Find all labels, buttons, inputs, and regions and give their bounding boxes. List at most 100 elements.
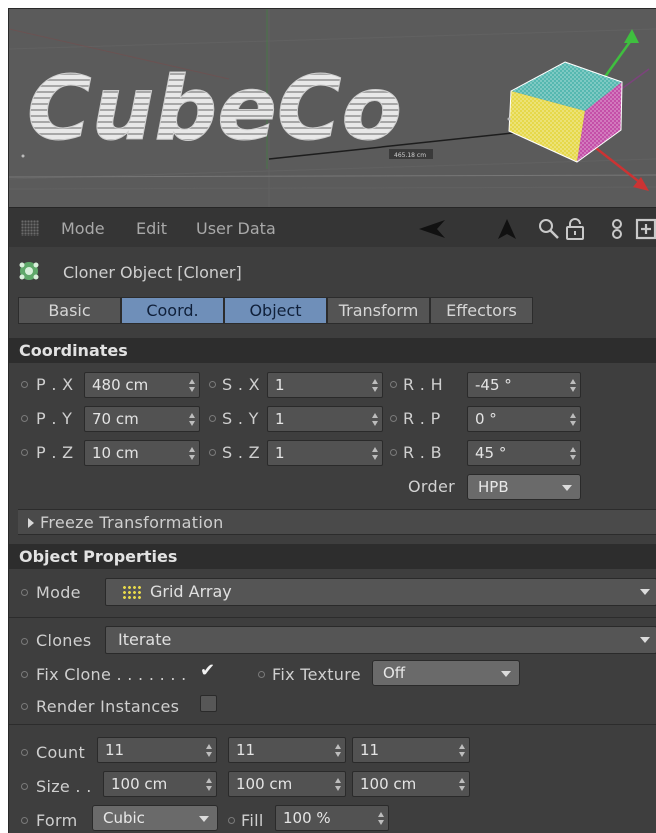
spin-arrows-icon[interactable] [335,744,341,757]
keyframe-dot[interactable] [209,381,216,388]
rp-field[interactable]: 0 ° [467,406,581,432]
spin-arrows-icon[interactable] [570,379,576,392]
spin-arrows-icon[interactable] [459,744,465,757]
keyframe-dot[interactable] [21,749,28,756]
keyframe-dot[interactable] [209,449,216,456]
fix-clone-label: Fix Clone . . . . . . . [36,665,187,684]
px-field[interactable]: 480 cm [84,372,200,398]
py-label: P . Y [36,409,73,428]
keyframe-dot[interactable] [21,381,28,388]
new-panel-icon[interactable] [635,218,656,240]
grid-array-icon [122,585,142,601]
size-z-value: 100 cm [360,775,417,793]
coordinates-header[interactable]: Coordinates [9,338,656,363]
chevron-down-icon [199,816,209,822]
spin-arrows-icon[interactable] [372,447,378,460]
spin-arrows-icon[interactable] [372,413,378,426]
tab-transform[interactable]: Transform [327,297,430,324]
viewport-logo-text: CubeCo [27,57,402,160]
fill-field[interactable]: 100 % [275,805,389,831]
fix-texture-dropdown[interactable]: Off [372,660,520,686]
object-properties-header[interactable]: Object Properties [9,544,656,569]
nodes-icon[interactable] [610,218,624,240]
keyframe-dot[interactable] [390,449,397,456]
fix-clone-checkbox[interactable]: ✔ [199,662,216,681]
mode-value: Grid Array [150,582,232,601]
chevron-down-icon [640,637,650,643]
count-y-field[interactable]: 11 [228,737,346,763]
clones-dropdown[interactable]: Iterate [105,626,656,654]
rh-field[interactable]: -45 ° [467,372,581,398]
sz-label: S . Z [222,443,260,462]
viewport[interactable]: CubeCo 465.18 cm [9,9,656,207]
clones-value: Iterate [118,630,172,649]
size-label: Size . . [36,777,92,796]
keyframe-dot[interactable] [21,638,28,645]
fill-value: 100 % [283,809,331,827]
keyframe-dot[interactable] [21,703,28,710]
size-x-field[interactable]: 100 cm [103,771,217,797]
size-y-field[interactable]: 100 cm [228,771,346,797]
count-y-value: 11 [236,741,256,759]
tab-object[interactable]: Object [224,297,327,324]
keyframe-dot[interactable] [21,449,28,456]
menu-edit[interactable]: Edit [136,219,167,238]
grip-handle-icon[interactable] [21,220,39,236]
render-instances-checkbox[interactable] [200,695,217,712]
back-arrow-icon[interactable] [417,218,447,240]
order-dropdown[interactable]: HPB [467,474,581,500]
tab-basic[interactable]: Basic [18,297,121,324]
expand-triangle-icon[interactable] [28,518,34,528]
pz-field[interactable]: 10 cm [84,440,200,466]
rb-label: R . B [403,443,442,462]
sz-value: 1 [275,444,285,462]
rp-value: 0 ° [475,410,497,428]
menu-user-data[interactable]: User Data [196,219,276,238]
tab-effectors[interactable]: Effectors [430,297,533,324]
chevron-down-icon [501,671,511,677]
keyframe-dot[interactable] [390,415,397,422]
keyframe-dot[interactable] [21,589,28,596]
keyframe-dot[interactable] [21,671,28,678]
sx-label: S . X [222,375,260,394]
px-label: P . X [36,375,74,394]
mode-dropdown[interactable]: Grid Array [105,578,656,606]
spin-arrows-icon[interactable] [189,379,195,392]
cloner-icon [19,262,39,280]
menu-mode[interactable]: Mode [61,219,105,238]
sy-field[interactable]: 1 [267,406,383,432]
keyframe-dot[interactable] [390,381,397,388]
keyframe-dot[interactable] [21,817,28,824]
spin-arrows-icon[interactable] [459,778,465,791]
search-icon[interactable] [538,218,560,240]
spin-arrows-icon[interactable] [189,447,195,460]
rb-field[interactable]: 45 ° [467,440,581,466]
keyframe-dot[interactable] [21,783,28,790]
count-z-field[interactable]: 11 [352,737,470,763]
form-dropdown[interactable]: Cubic [92,805,218,831]
spin-arrows-icon[interactable] [570,447,576,460]
spin-arrows-icon[interactable] [189,413,195,426]
spin-arrows-icon[interactable] [378,812,384,825]
order-label: Order [408,477,455,496]
divider [9,724,656,725]
count-x-field[interactable]: 11 [97,737,217,763]
keyframe-dot[interactable] [228,817,235,824]
spin-arrows-icon[interactable] [206,778,212,791]
tab-coord[interactable]: Coord. [121,297,224,324]
pz-value: 10 cm [92,444,139,462]
spin-arrows-icon[interactable] [335,778,341,791]
keyframe-dot[interactable] [258,671,265,678]
spin-arrows-icon[interactable] [570,413,576,426]
keyframe-dot[interactable] [209,415,216,422]
size-z-field[interactable]: 100 cm [352,771,470,797]
py-field[interactable]: 70 cm [84,406,200,432]
lock-icon[interactable] [564,218,586,240]
keyframe-dot[interactable] [21,415,28,422]
pointer-icon[interactable] [496,218,518,240]
sz-field[interactable]: 1 [267,440,383,466]
spin-arrows-icon[interactable] [206,744,212,757]
spin-arrows-icon[interactable] [372,379,378,392]
sx-field[interactable]: 1 [267,372,383,398]
freeze-transformation-group[interactable]: Freeze Transformation [18,509,656,535]
